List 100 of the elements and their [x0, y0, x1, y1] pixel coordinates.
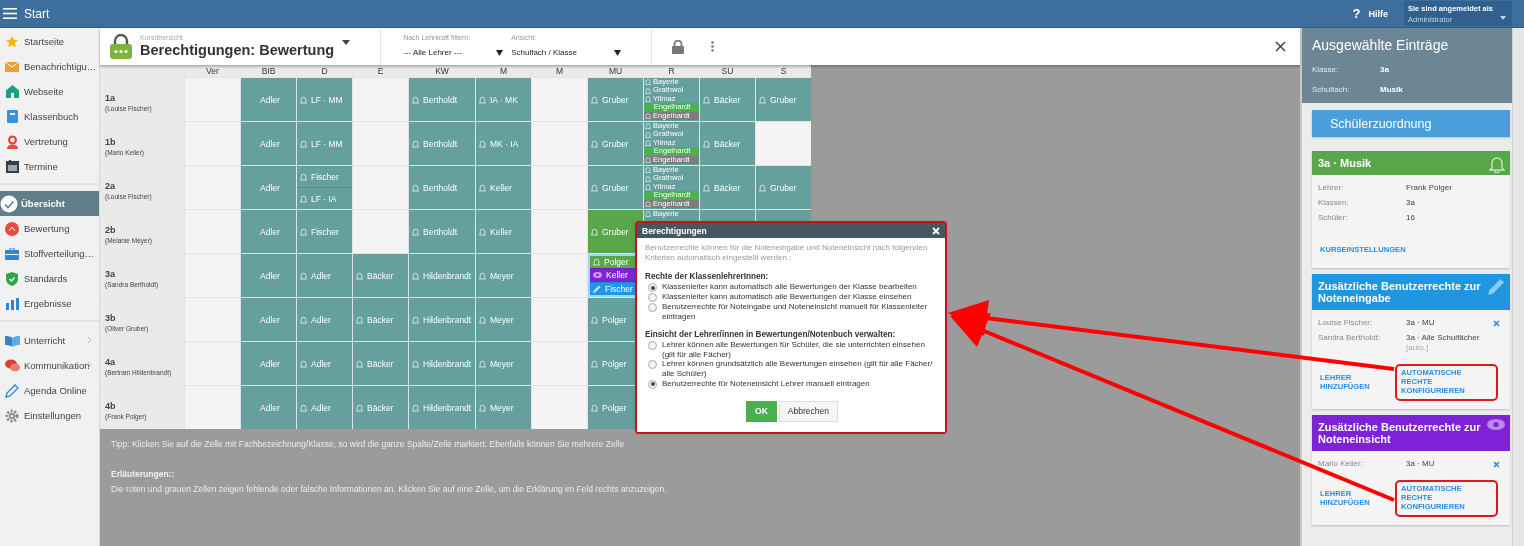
menu-button[interactable]: Start — [0, 6, 50, 21]
table-cell[interactable]: Adler — [241, 78, 296, 121]
table-cell[interactable]: Meyer — [476, 386, 531, 429]
caret-icon[interactable] — [342, 40, 351, 45]
table-cell[interactable]: MK · IA — [476, 122, 531, 165]
table-cell[interactable] — [353, 122, 408, 165]
table-cell[interactable] — [532, 298, 587, 341]
column-header[interactable]: S — [756, 65, 811, 77]
column-header[interactable]: M — [532, 65, 587, 77]
table-cell[interactable]: Gruber — [756, 78, 811, 121]
table-cell[interactable]: Bertholdt — [409, 122, 475, 165]
table-cell[interactable]: Adler — [241, 342, 296, 385]
table-cell[interactable] — [532, 342, 587, 385]
table-cell[interactable]: Gruber — [588, 122, 643, 165]
table-cell[interactable] — [353, 166, 408, 209]
remove-icon[interactable] — [1493, 461, 1500, 468]
cancel-button[interactable]: Abbrechen — [778, 400, 838, 422]
sidebar-item[interactable]: Vertretung — [0, 129, 99, 154]
table-cell[interactable] — [532, 166, 587, 209]
column-header[interactable]: MU — [588, 65, 643, 77]
table-cell[interactable]: Bäcker — [353, 254, 408, 297]
table-cell[interactable]: Adler — [241, 166, 296, 209]
pencil-icon[interactable] — [1488, 278, 1505, 295]
column-header[interactable]: R — [644, 65, 699, 77]
table-cell[interactable]: Bäcker — [353, 342, 408, 385]
table-cell[interactable]: Keller — [476, 210, 531, 253]
sidebar-item[interactable]: Standards — [0, 266, 99, 291]
radio-option[interactable]: Lehrer können grundsätzlich alle Bewertungen einsehen (gilt für alle Fächer/ alle Schüler) — [648, 359, 939, 379]
table-cell[interactable]: Hildenbrandt — [409, 254, 475, 297]
column-header[interactable]: Ver — [185, 65, 240, 77]
table-cell[interactable]: Bäcker — [700, 166, 755, 209]
table-cell[interactable]: Adler — [297, 298, 352, 341]
table-cell[interactable]: Gruber — [756, 166, 811, 209]
assign-button[interactable]: Schülerzuordnung — [1312, 110, 1510, 137]
table-cell[interactable] — [185, 122, 240, 165]
filter-select[interactable]: --- Alle Lehrer --- — [403, 46, 504, 60]
table-cell[interactable]: Adler — [241, 210, 296, 253]
table-cell[interactable]: Bäcker — [700, 122, 755, 165]
table-cell[interactable]: Bäcker — [353, 386, 408, 429]
sidebar-item[interactable]: Klassenbuch — [0, 104, 99, 129]
filter-select[interactable]: Schulfach / Klasse — [511, 46, 622, 60]
radio-button[interactable] — [648, 293, 657, 302]
table-cell[interactable] — [353, 78, 408, 121]
table-cell[interactable] — [532, 78, 587, 121]
column-header[interactable]: KW — [409, 65, 475, 77]
sidebar-item[interactable]: Bewertung — [0, 216, 99, 241]
table-cell[interactable]: Adler — [241, 122, 296, 165]
table-cell[interactable]: Adler — [297, 342, 352, 385]
table-cell[interactable]: Adler — [241, 298, 296, 341]
table-cell[interactable]: IA · MK — [476, 78, 531, 121]
table-cell[interactable]: Meyer — [476, 254, 531, 297]
radio-option[interactable]: Lehrer können alle Bewertungen für Schüler, die sie unterrichten einsehen (gilt für alle Fächer) — [648, 340, 939, 360]
table-cell[interactable]: Hildenbrandt — [409, 386, 475, 429]
table-cell[interactable]: Hildenbrandt — [409, 298, 475, 341]
table-cell[interactable]: Fischer — [297, 210, 352, 253]
radio-button[interactable] — [648, 379, 657, 389]
scrollbar[interactable] — [1512, 28, 1524, 546]
eye-icon[interactable] — [1487, 419, 1505, 430]
table-cell[interactable] — [532, 210, 587, 253]
sidebar-item[interactable]: Unterricht — [0, 328, 99, 353]
table-cell[interactable] — [185, 298, 240, 341]
radio-option[interactable]: Benutzerrechte für Noteingabe und Noteneinsicht manuell für Klassenleiter eintragen — [648, 302, 939, 322]
table-cell[interactable] — [532, 122, 587, 165]
table-cell[interactable] — [353, 210, 408, 253]
table-cell[interactable]: Bertholdt — [409, 210, 475, 253]
sidebar-item[interactable]: Benachrichtigu… — [0, 54, 99, 79]
column-header[interactable]: SU — [700, 65, 755, 77]
sidebar-item[interactable]: Ergebnisse — [0, 291, 99, 316]
sidebar-item[interactable]: Termine — [0, 154, 99, 179]
remove-icon[interactable] — [1493, 320, 1500, 327]
table-cell[interactable] — [185, 342, 240, 385]
close-icon[interactable] — [1275, 41, 1286, 52]
more-icon[interactable] — [711, 41, 715, 52]
table-cell[interactable]: Adler — [297, 254, 352, 297]
table-cell[interactable]: Hildenbrandt — [409, 342, 475, 385]
radio-option[interactable]: Klassenleiter kann automatisch alle Bewertungen der Klasse einsehen — [648, 292, 939, 302]
cell-entry[interactable]: LF · IA — [297, 187, 352, 209]
ok-button[interactable]: OK — [746, 400, 777, 422]
table-cell[interactable]: Adler — [241, 254, 296, 297]
table-cell[interactable]: Gruber — [588, 166, 643, 209]
table-cell[interactable] — [185, 386, 240, 429]
help-link[interactable]: Hilfe — [1368, 8, 1388, 19]
column-header[interactable]: M — [476, 65, 531, 77]
column-header[interactable]: E — [353, 65, 408, 77]
table-cell[interactable]: Bertholdt — [409, 166, 475, 209]
table-cell[interactable]: LF · MM — [297, 78, 352, 121]
table-cell[interactable]: Adler — [297, 386, 352, 429]
help-icon[interactable]: ? — [1352, 6, 1361, 21]
cell-entry[interactable]: Fischer — [297, 166, 352, 187]
radio-option[interactable]: Benutzerrechte für Noteneinsicht Lehrer manuell eintragen — [648, 378, 939, 389]
column-header[interactable]: BIB — [241, 65, 296, 77]
radio-button[interactable] — [648, 283, 657, 292]
page-title[interactable]: Berechtigungen: Bewertung — [140, 42, 335, 59]
table-cell[interactable]: Meyer — [476, 298, 531, 341]
table-cell[interactable] — [185, 166, 240, 209]
table-cell[interactable]: Gruber — [588, 78, 643, 121]
lock-icon[interactable] — [672, 39, 685, 54]
sidebar-item[interactable]: Einstellungen — [0, 403, 99, 428]
table-cell[interactable] — [756, 122, 811, 165]
sidebar-item[interactable]: Stoffverteilung… — [0, 241, 99, 266]
